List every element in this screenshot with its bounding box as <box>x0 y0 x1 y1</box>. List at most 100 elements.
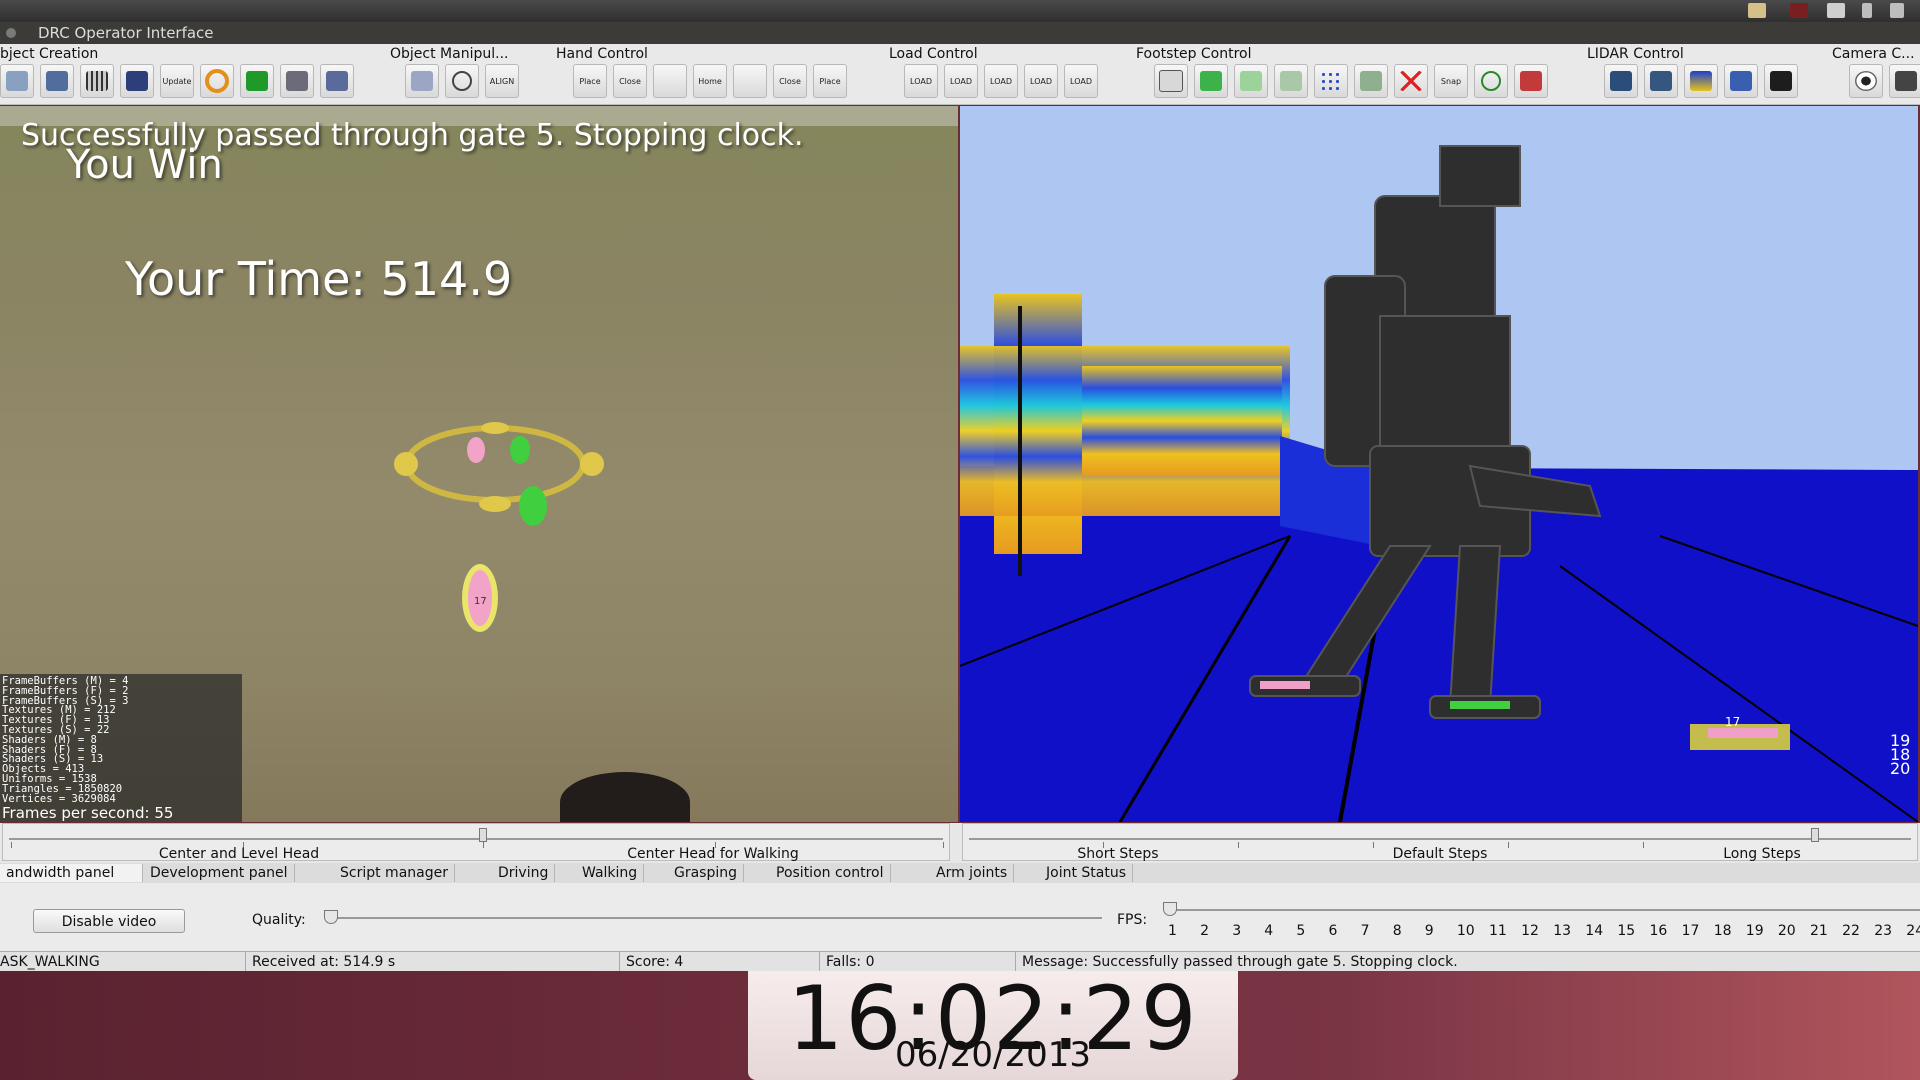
fps-tick-label: 21 <box>1810 923 1828 939</box>
3d-viewport[interactable]: 17 19 18 20 <box>960 106 1918 822</box>
footstep-left-button[interactable] <box>1154 64 1188 98</box>
tab-arm-joints[interactable]: Arm joints <box>930 864 1015 882</box>
hand-place-left-button[interactable]: Place <box>573 64 607 98</box>
tab-bandwidth-panel[interactable]: andwidth panel <box>0 864 143 882</box>
tab-walking[interactable]: Walking <box>576 864 645 882</box>
lidar-filter-button[interactable] <box>1724 64 1758 98</box>
foot-green-icon <box>1200 71 1222 91</box>
slider-knob[interactable] <box>1811 828 1819 842</box>
move-object-button[interactable] <box>405 64 439 98</box>
footstep-send-button[interactable] <box>1514 64 1548 98</box>
load-button-2[interactable]: LOAD <box>944 64 978 98</box>
fps-tick-label: 15 <box>1617 923 1636 939</box>
tab-development-panel[interactable]: Development panel <box>144 864 295 882</box>
bluetooth-icon[interactable] <box>1862 3 1872 18</box>
footstep-right-marker[interactable] <box>519 486 547 526</box>
create-grid-button[interactable] <box>80 64 114 98</box>
fps-tick-label: 16 <box>1649 923 1668 939</box>
stat-line: Vertices = 3629084 <box>2 792 116 805</box>
create-tool-button[interactable] <box>280 64 314 98</box>
fps-tick-label: 12 <box>1521 923 1539 939</box>
hand-blank-button[interactable] <box>653 64 687 98</box>
long-steps-button[interactable]: Long Steps <box>1606 847 1918 861</box>
create-box-button[interactable] <box>40 64 74 98</box>
hand-home-button[interactable]: Home <box>693 64 727 98</box>
hand-close-right-button[interactable]: Close <box>773 64 807 98</box>
mail-icon[interactable] <box>1827 3 1845 18</box>
table-icon <box>246 71 268 91</box>
load-button-3[interactable]: LOAD <box>984 64 1018 98</box>
footstep-delete-button[interactable] <box>1394 64 1428 98</box>
create-object-button[interactable] <box>0 64 34 98</box>
lidar-display-button[interactable] <box>1604 64 1638 98</box>
ring-handle <box>481 422 509 434</box>
create-valve-button[interactable] <box>320 64 354 98</box>
fps-tick-label: 11 <box>1489 923 1507 939</box>
status-task: ASK_WALKING <box>0 952 246 972</box>
hand-close-left-button[interactable]: Close <box>613 64 647 98</box>
toolbar: bject Creation Object Manipul... Hand Co… <box>0 44 1920 105</box>
footstep-snap-button[interactable]: Snap <box>1434 64 1468 98</box>
quality-slider[interactable] <box>326 917 1102 919</box>
short-steps-button[interactable]: Short Steps <box>962 847 1274 861</box>
default-steps-button[interactable]: Default Steps <box>1280 847 1600 861</box>
tab-driving[interactable]: Driving <box>492 864 556 882</box>
camera-viewport[interactable]: Successfully passed through gate 5. Stop… <box>0 106 958 822</box>
footstep-pair-button[interactable] <box>1234 64 1268 98</box>
planned-footstep-pink <box>1708 728 1778 738</box>
footstep-left-marker[interactable] <box>467 437 485 463</box>
load-button-5[interactable]: LOAD <box>1064 64 1098 98</box>
camera-eye-button[interactable] <box>1849 64 1883 98</box>
disable-video-button[interactable]: Disable video <box>33 909 185 933</box>
fps-tick-label: 3 <box>1232 923 1242 939</box>
slider-knob[interactable] <box>479 828 487 842</box>
load-button-1[interactable]: LOAD <box>904 64 938 98</box>
footstep-pair-button-2[interactable] <box>1274 64 1308 98</box>
fps-tick-label: 24 <box>1906 923 1920 939</box>
center-head-walking-button[interactable]: Center Head for Walking <box>476 847 950 861</box>
robot-head-shadow <box>560 772 690 822</box>
fps-slider[interactable] <box>1168 909 1920 911</box>
create-vehicle-button[interactable] <box>120 64 154 98</box>
lidar-dark-button[interactable] <box>1764 64 1798 98</box>
footstep-right-marker[interactable] <box>510 436 530 464</box>
network-icon[interactable] <box>1890 3 1904 18</box>
quality-slider-knob[interactable] <box>324 910 338 924</box>
slider-track <box>9 838 943 840</box>
align-object-button[interactable]: ALIGN <box>485 64 519 98</box>
camera-view-button[interactable] <box>1889 64 1920 98</box>
record-icon[interactable] <box>1790 3 1808 18</box>
fps-tick-label: 20 <box>1777 923 1796 939</box>
fps-tick-label: 23 <box>1874 923 1893 939</box>
fps-slider-knob[interactable] <box>1163 902 1177 916</box>
rotate-arrow-icon <box>1481 71 1501 91</box>
tab-script-manager[interactable]: Script manager <box>334 864 455 882</box>
create-table-button[interactable] <box>240 64 274 98</box>
footstep-right-button[interactable] <box>1194 64 1228 98</box>
lidar-clear-button[interactable] <box>1644 64 1678 98</box>
files-icon[interactable] <box>1748 3 1766 18</box>
window-close-icon[interactable] <box>6 28 16 38</box>
footstep-rotate-button[interactable] <box>1474 64 1508 98</box>
delete-icon <box>1400 71 1422 91</box>
footstep-turn-button[interactable] <box>1354 64 1388 98</box>
win-text: You Win <box>66 142 223 188</box>
tab-position-control[interactable]: Position control <box>770 864 891 882</box>
tab-grasping[interactable]: Grasping <box>668 864 745 882</box>
rotate-icon <box>452 71 472 91</box>
window-title-bar: DRC Operator Interface <box>0 22 1920 44</box>
load-button-4[interactable]: LOAD <box>1024 64 1058 98</box>
create-ring-button[interactable] <box>200 64 234 98</box>
rotate-object-button[interactable] <box>445 64 479 98</box>
tab-joint-status[interactable]: Joint Status <box>1040 864 1134 882</box>
hand-place-right-button[interactable]: Place <box>813 64 847 98</box>
lidar-color-button[interactable] <box>1684 64 1718 98</box>
lidar-clear-icon <box>1650 71 1672 91</box>
group-footstep-control: Footstep Control <box>1136 46 1252 62</box>
update-object-button[interactable]: Update <box>160 64 194 98</box>
edge-label: 20 <box>1890 759 1910 778</box>
center-level-head-button[interactable]: Center and Level Head <box>2 847 476 861</box>
group-object-manipulation: Object Manipul... <box>390 46 509 62</box>
footstep-path-button[interactable] <box>1314 64 1348 98</box>
hand-blank-button-2[interactable] <box>733 64 767 98</box>
